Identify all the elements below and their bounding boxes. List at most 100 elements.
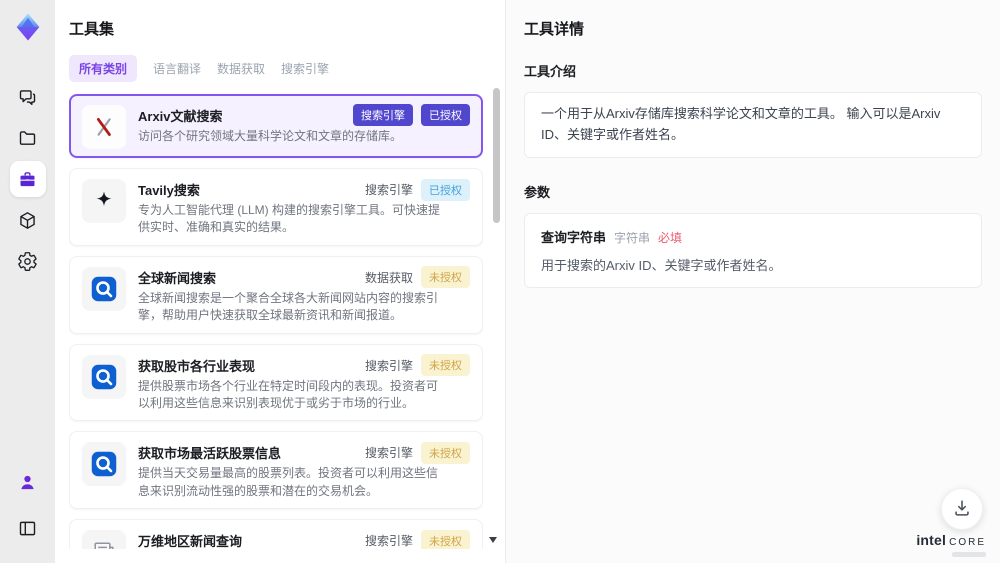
- intel-logo-subtext: [952, 552, 986, 557]
- tool-icon-wrap: [82, 442, 126, 487]
- category-badge: 搜索引擎: [364, 358, 413, 373]
- category-tab-3[interactable]: 搜索引擎: [281, 55, 329, 82]
- tool-badges: 搜索引擎 未授权: [365, 441, 470, 464]
- tool-name: Arxiv文献搜索: [138, 109, 223, 124]
- tool-description: 访问各个研究领域大量科学论文和文章的存储库。: [138, 129, 403, 143]
- qsearch-icon: [89, 449, 119, 479]
- rail-item-settings[interactable]: [10, 243, 46, 279]
- tool-name: Tavily搜索: [138, 183, 200, 198]
- rail-item-package[interactable]: [10, 202, 46, 238]
- param-header: 查询字符串 字符串 必填: [541, 227, 965, 246]
- auth-status-badge: 未授权: [421, 354, 470, 377]
- category-tab-1[interactable]: 语言翻译: [153, 55, 201, 82]
- detail-title: 工具详情: [524, 21, 585, 38]
- tool-badges: 搜索引擎 已授权: [353, 104, 470, 126]
- tool-description: 提供当天交易量最高的股票列表。投资者可以利用这些信息来识别流动性强的股票和潜在的…: [138, 466, 439, 498]
- tool-card-body: 万维地区新闻查询搜索引擎未授权查询具体行政区划内的新闻，快速了解各地新闻动态: [138, 528, 470, 549]
- chat-icon: [17, 87, 38, 108]
- list-scrollbar[interactable]: [493, 88, 501, 563]
- rail-bottom-nav: [10, 459, 46, 551]
- tool-card[interactable]: 获取市场最活跃股票信息 搜索引擎 未授权 提供当天交易量最高的股票列表。投资者可以利用…: [69, 431, 483, 510]
- sparkle-icon: [91, 188, 117, 214]
- qsearch-icon: [89, 362, 119, 392]
- auth-status-badge: 已授权: [421, 104, 470, 126]
- tool-card-body: 获取股市各行业表现 搜索引擎 未授权 提供股票市场各个行业在特定时间段内的表现。投资者…: [138, 353, 470, 413]
- user-icon: [17, 472, 38, 493]
- tool-icon-wrap: [82, 179, 126, 223]
- tool-description: 专为人工智能代理 (LLM) 构建的搜索引擎工具。可快速提供实时、准确和真实的结…: [138, 203, 441, 235]
- rail-item-user[interactable]: [10, 464, 46, 500]
- param-required-flag: 必填: [658, 230, 683, 245]
- tool-card-header: 万维地区新闻查询 搜索引擎 未授权: [138, 528, 470, 549]
- tool-detail-panel: 工具详情 工具介绍 一个用于从Arxiv存储库搜索科学论文和文章的工具。 输入可…: [505, 0, 1000, 563]
- layout-icon: [17, 518, 38, 539]
- category-tab-0[interactable]: 所有类别: [69, 55, 138, 82]
- category-badge: 搜索引擎: [353, 104, 413, 126]
- category-tab-2[interactable]: 数据获取: [217, 55, 265, 82]
- tool-card-header: 全球新闻搜索 数据获取 未授权: [138, 265, 470, 290]
- param-card: 查询字符串 字符串 必填 用于搜索的Arxiv ID、关键字或作者姓名。: [524, 212, 982, 288]
- rail-item-toolbox[interactable]: [9, 161, 46, 197]
- category-badge: 搜索引擎: [364, 446, 413, 461]
- download-button[interactable]: [941, 488, 983, 530]
- tool-icon-wrap: [82, 530, 126, 549]
- tool-description: 提供股票市场各个行业在特定时间段内的表现。投资者可以利用这些信息来识别表现优于或…: [138, 378, 439, 410]
- app-root: 工具集 所有类别 语言翻译 数据获取 搜索引擎 Arxiv文献搜索 搜索引擎 已授权 访问各…: [0, 0, 1000, 563]
- tool-card-body: 全球新闻搜索 数据获取 未授权 全球新闻搜索是一个聚合全球各大新闻网站内容的搜索引擎，…: [138, 265, 470, 325]
- download-icon: [951, 497, 973, 522]
- params-list: 查询字符串 字符串 必填 用于搜索的Arxiv ID、关键字或作者姓名。: [524, 212, 982, 288]
- tool-list: Arxiv文献搜索 搜索引擎 已授权 访问各个研究领域大量科学论文和文章的存储库。 Ta…: [69, 94, 483, 549]
- auth-status-badge: 已授权: [421, 178, 470, 201]
- tool-card-body: 获取市场最活跃股票信息 搜索引擎 未授权 提供当天交易量最高的股票列表。投资者可以利用…: [138, 440, 470, 500]
- tool-card[interactable]: 万维地区新闻查询搜索引擎未授权查询具体行政区划内的新闻，快速了解各地新闻动态: [69, 519, 483, 549]
- settings-icon: [17, 251, 38, 272]
- tool-icon-wrap: [82, 354, 126, 399]
- tool-card-header: Arxiv文献搜索 搜索引擎 已授权: [138, 103, 470, 128]
- scrollbar-thumb[interactable]: [493, 88, 500, 223]
- tool-card[interactable]: 全球新闻搜索 数据获取 未授权 全球新闻搜索是一个聚合全球各大新闻网站内容的搜索引擎，…: [69, 255, 483, 334]
- intel-core-logo: intel core: [916, 532, 986, 557]
- category-badge: 搜索引擎: [364, 183, 413, 197]
- rail-nav: [9, 74, 46, 284]
- param-name: 查询字符串: [541, 229, 607, 245]
- toolbox-icon: [17, 169, 38, 190]
- tool-icon-wrap: [82, 266, 126, 311]
- package-icon: [17, 210, 38, 231]
- tool-badges: 搜索引擎 未授权: [365, 529, 470, 549]
- auth-status-badge: 未授权: [421, 441, 470, 464]
- intel-logo-text: intel: [916, 532, 947, 548]
- tool-name: 获取股市各行业表现: [138, 358, 256, 374]
- intro-heading: 工具介绍: [524, 64, 577, 79]
- tool-card-body: Arxiv文献搜索 搜索引擎 已授权访问各个研究领域大量科学论文和文章的存储库。: [138, 103, 470, 149]
- tool-card-header: 获取股市各行业表现 搜索引擎 未授权: [138, 353, 470, 378]
- auth-status-badge: 未授权: [421, 266, 470, 289]
- rail-item-chat[interactable]: [10, 79, 46, 115]
- tool-intro-text: 一个用于从Arxiv存储库搜索科学论文和文章的工具。 输入可以是Arxiv ID…: [524, 92, 982, 158]
- tool-name: 万维地区新闻查询: [138, 534, 243, 549]
- arxiv-logo-icon: [91, 114, 117, 140]
- qsearch-icon: [89, 274, 119, 304]
- param-type: 字符串: [614, 230, 651, 245]
- tool-card[interactable]: 获取股市各行业表现 搜索引擎 未授权 提供股票市场各个行业在特定时间段内的表现。投资者…: [69, 343, 483, 422]
- left-rail: [0, 0, 55, 563]
- category-tabs: 所有类别 语言翻译 数据获取 搜索引擎: [69, 55, 505, 82]
- tool-description: 全球新闻搜索是一个聚合全球各大新闻网站内容的搜索引擎，帮助用户快速获取全球最新资…: [138, 290, 439, 323]
- tool-name: 获取市场最活跃股票信息: [138, 446, 282, 462]
- tools-panel: 工具集 所有类别 语言翻译 数据获取 搜索引擎 Arxiv文献搜索 搜索引擎 已授权 访问各…: [55, 0, 505, 563]
- rail-item-layout[interactable]: [10, 510, 46, 546]
- tool-badges: 数据获取 未授权: [365, 266, 470, 289]
- param-description: 用于搜索的Arxiv ID、关键字或作者姓名。: [541, 257, 782, 273]
- app-logo-icon[interactable]: [9, 8, 47, 46]
- tool-card[interactable]: Arxiv文献搜索 搜索引擎 已授权访问各个研究领域大量科学论文和文章的存储库。: [69, 94, 483, 158]
- tool-badges: 搜索引擎 已授权: [365, 178, 470, 201]
- rail-item-folder[interactable]: [10, 120, 46, 156]
- folder-icon: [17, 128, 38, 149]
- tool-icon-wrap: [82, 105, 126, 149]
- category-badge: 数据获取: [364, 270, 413, 285]
- tools-panel-title: 工具集: [69, 21, 115, 38]
- tool-badges: 搜索引擎 未授权: [365, 354, 470, 377]
- tool-card-body: Tavily搜索 搜索引擎 已授权 专为人工智能代理 (LLM) 构建的搜索引擎工具。…: [138, 177, 470, 237]
- auth-status-badge: 未授权: [421, 529, 470, 549]
- tool-card-header: 获取市场最活跃股票信息 搜索引擎 未授权: [138, 440, 470, 465]
- tool-card[interactable]: Tavily搜索 搜索引擎 已授权 专为人工智能代理 (LLM) 构建的搜索引擎工具。…: [69, 168, 483, 246]
